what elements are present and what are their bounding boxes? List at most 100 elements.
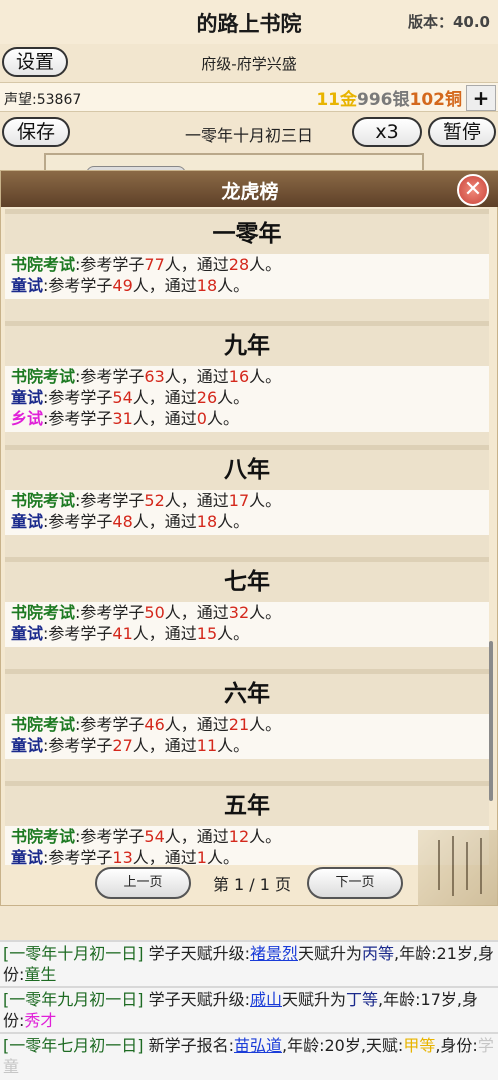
entry-text: 人。 [249, 255, 282, 274]
exam-entry: 书院考试:参考学子63人，通过16人。 [5, 366, 489, 387]
passed-count: 17 [228, 491, 250, 510]
passed-count: 11 [196, 736, 218, 755]
entry-list: 书院考试:参考学子77人，通过28人。 童试:参考学子49人，通过18人。 [5, 254, 489, 299]
talent-grade: 甲等 [403, 1036, 436, 1055]
exam-level: 童试 [11, 388, 44, 407]
entry-text: 人。 [249, 367, 282, 386]
ranking-list[interactable]: 一零年 书院考试:参考学子77人，通过28人。 童试:参考学子49人，通过18人… [5, 209, 489, 865]
event-log[interactable]: [一零年十月初一日] 学子天赋升级:褚景烈天赋升为丙等,年龄:21岁,身份:童生… [0, 940, 498, 1080]
entry-text: :参考学子 [43, 409, 113, 428]
entry-text: 人。 [249, 603, 282, 622]
entry-text: 人，通过 [164, 827, 229, 846]
exam-level: 书院考试 [11, 255, 76, 274]
participants-count: 77 [144, 255, 165, 274]
entry-list: 书院考试:参考学子54人，通过12人。 童试:参考学子13人，通过1人。 [5, 826, 489, 865]
pause-button[interactable]: 暂停 [428, 117, 496, 147]
passed-count: 18 [196, 276, 218, 295]
participants-count: 52 [144, 491, 165, 510]
participants-count: 13 [112, 848, 133, 865]
passed-count: 32 [228, 603, 250, 622]
exam-level: 书院考试 [11, 715, 76, 734]
passed-count: 0 [196, 409, 207, 428]
exam-level: 书院考试 [11, 367, 76, 386]
participants-count: 31 [112, 409, 133, 428]
exam-entry: 童试:参考学子54人，通过26人。 [5, 387, 489, 408]
entry-text: :参考学子 [75, 603, 145, 622]
exam-level: 书院考试 [11, 603, 76, 622]
close-icon[interactable]: ✕ [457, 174, 489, 206]
entry-text: :参考学子 [75, 367, 145, 386]
entry-text: 人。 [249, 827, 282, 846]
participants-count: 48 [112, 512, 133, 531]
entry-text: :参考学子 [43, 624, 113, 643]
entry-text: 人，通过 [164, 603, 229, 622]
entry-text: 人。 [217, 388, 250, 407]
silver-amount: 996银 [357, 90, 410, 110]
add-money-button[interactable]: + [466, 85, 496, 111]
game-date: 一零年十月初三日 [184, 126, 313, 145]
exam-entry: 书院考试:参考学子77人，通过28人。 [5, 254, 489, 275]
exam-level: 书院考试 [11, 827, 76, 846]
prev-page-button[interactable]: 上一页 [95, 867, 191, 899]
exam-entry: 书院考试:参考学子46人，通过21人。 [5, 714, 489, 735]
ranking-dialog: 龙虎榜 ✕ 一零年 书院考试:参考学子77人，通过28人。 童试:参考学子49人… [0, 170, 498, 906]
log-text: 天赋升为 [298, 944, 363, 963]
entry-text: 人。 [217, 276, 250, 295]
entry-text: 人，通过 [132, 409, 197, 428]
year-block: 五年 书院考试:参考学子54人，通过12人。 童试:参考学子13人，通过1人。 [5, 781, 489, 865]
student-link[interactable]: 苗弘道 [234, 1036, 282, 1055]
dialog-title: 龙虎榜 [221, 181, 279, 203]
participants-count: 54 [144, 827, 165, 846]
entry-text: :参考学子 [75, 715, 145, 734]
entry-text: :参考学子 [43, 276, 113, 295]
passed-count: 21 [228, 715, 250, 734]
entry-text: :参考学子 [75, 827, 145, 846]
exam-entry: 乡试:参考学子31人，通过0人。 [5, 408, 489, 429]
top-bar: 的路上书院 版本：40.0 [0, 0, 498, 44]
speed-button[interactable]: x3 [352, 117, 422, 147]
entry-text: 人。 [249, 715, 282, 734]
year-title: 八年 [224, 457, 270, 483]
next-page-button[interactable]: 下一页 [307, 867, 403, 899]
log-entry: [一零年九月初一日] 学子天赋升级:戚山天赋升为丁等,年龄:17岁,身份:秀才 [0, 986, 498, 1032]
settings-row: 设置 府级-府学兴盛 [0, 45, 498, 79]
log-text: ,年龄:20岁,天赋: [282, 1036, 404, 1055]
money-display: 11金996银102铜 [316, 85, 462, 110]
entry-text: 人。 [206, 409, 239, 428]
exam-level: 童试 [11, 512, 44, 531]
page-indicator: 第 1 / 1 页 [212, 875, 292, 894]
exam-entry: 书院考试:参考学子50人，通过32人。 [5, 602, 489, 623]
entry-text: 人，通过 [164, 255, 229, 274]
participants-count: 50 [144, 603, 165, 622]
entry-list: 书院考试:参考学子50人，通过32人。 童试:参考学子41人，通过15人。 [5, 602, 489, 647]
student-link[interactable]: 戚山 [250, 990, 282, 1009]
participants-count: 49 [112, 276, 133, 295]
exam-level: 乡试 [11, 409, 44, 428]
entry-text: :参考学子 [75, 255, 145, 274]
entry-list: 书院考试:参考学子63人，通过16人。 童试:参考学子54人，通过26人。 乡试… [5, 366, 489, 432]
participants-count: 27 [112, 736, 133, 755]
gold-amount: 11金 [316, 90, 357, 110]
list-scrollbar[interactable] [489, 641, 493, 801]
student-link[interactable]: 褚景烈 [250, 944, 298, 963]
exam-level: 童试 [11, 276, 44, 295]
year-block: 六年 书院考试:参考学子46人，通过21人。 童试:参考学子27人，通过11人。 [5, 669, 489, 781]
student-status: 秀才 [24, 1011, 57, 1030]
year-block: 八年 书院考试:参考学子52人，通过17人。 童试:参考学子48人，通过18人。 [5, 445, 489, 557]
year-title: 五年 [224, 793, 270, 819]
passed-count: 16 [228, 367, 250, 386]
exam-entry: 童试:参考学子27人，通过11人。 [5, 735, 489, 756]
entry-text: :参考学子 [75, 491, 145, 510]
exam-level: 童试 [11, 848, 44, 865]
exam-entry: 书院考试:参考学子54人，通过12人。 [5, 826, 489, 847]
exam-entry: 童试:参考学子13人，通过1人。 [5, 847, 489, 865]
log-date: [一零年十月初一日] [3, 944, 144, 963]
exam-level: 书院考试 [11, 491, 76, 510]
fame-label: 声望:53867 [4, 92, 82, 108]
participants-count: 54 [112, 388, 133, 407]
log-entry: [一零年十月初一日] 学子天赋升级:褚景烈天赋升为丙等,年龄:21岁,身份:童生 [0, 940, 498, 986]
participants-count: 41 [112, 624, 133, 643]
log-text: 学子天赋升级: [143, 944, 250, 963]
passed-count: 12 [228, 827, 250, 846]
year-title: 七年 [224, 569, 270, 595]
